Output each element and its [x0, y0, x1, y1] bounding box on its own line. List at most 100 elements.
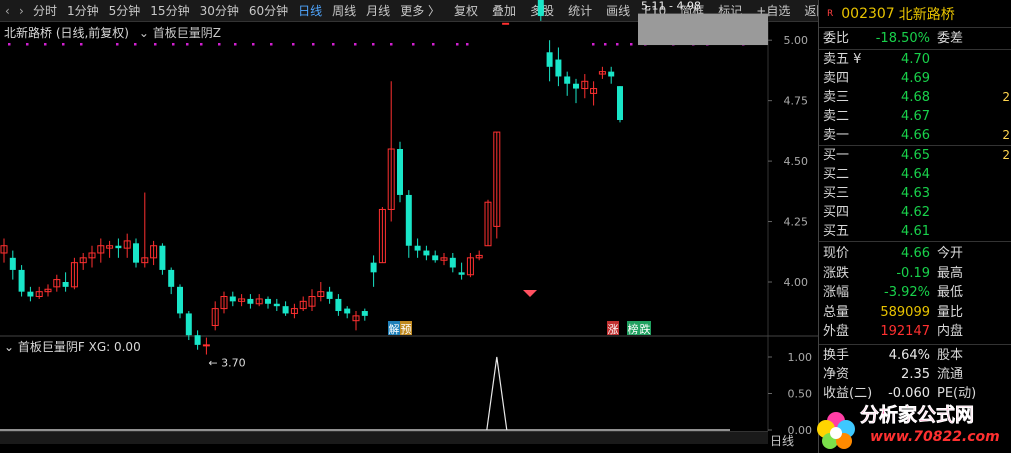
stat-label-2: 股本 — [937, 347, 964, 363]
main-chart[interactable]: 6.005.755.505.255.004.754.504.254.005.96… — [0, 0, 818, 453]
signal-dot — [26, 43, 29, 46]
candle-body — [458, 272, 465, 275]
candle-body — [502, 22, 510, 25]
diamond-signal-icon — [523, 290, 537, 297]
signal-dot — [456, 43, 459, 46]
stat-row: 现价 4.66 今开 — [819, 244, 1011, 263]
stat-row: 外盘 192147 内盘 — [819, 322, 1011, 341]
ask-price: 4.69 — [901, 71, 930, 86]
candle-body — [617, 86, 623, 120]
ask-price: 4.66 — [901, 128, 930, 143]
bid-price: 4.65 — [901, 148, 930, 163]
bid-row: 买四 4.62 — [819, 203, 1011, 222]
candle-body — [133, 243, 139, 263]
signal-dot — [62, 43, 65, 46]
price-range-label: 5.11 - 4.98 — [641, 0, 701, 13]
stat-value: 589099 — [880, 304, 930, 320]
event-marker-label: 预 — [401, 323, 412, 336]
candle-body — [9, 257, 16, 270]
date-axis — [0, 431, 768, 444]
ask-volume: 2 — [1002, 90, 1010, 104]
sub-indicator-header: ⌄ 首板巨量阴F XG: 0.00 — [4, 338, 141, 355]
candle-body — [344, 308, 351, 314]
y-tick-label: 4.00 — [784, 276, 809, 289]
signal-dot — [466, 43, 469, 46]
candle-body — [414, 245, 421, 251]
ask-label: 卖五 ¥ — [823, 52, 862, 67]
stat-value: 192147 — [880, 324, 930, 339]
bid-price: 4.63 — [901, 186, 930, 201]
candle-body — [159, 245, 166, 270]
event-marker-label: 涨 — [608, 323, 619, 336]
event-marker-label: 跌 — [640, 322, 651, 336]
signal-dot — [390, 43, 393, 46]
candle-body — [537, 0, 544, 17]
xg-signal-spike — [486, 356, 508, 431]
bid-row: 买五 4.61 — [819, 222, 1011, 241]
signal-dot — [432, 43, 435, 46]
stat-label: 涨跌 — [823, 265, 850, 281]
candle-body — [177, 286, 183, 314]
signal-dot — [312, 43, 315, 46]
bid-price: 4.64 — [901, 167, 930, 182]
bid-label: 买二 — [823, 167, 850, 182]
bid-price: 4.62 — [901, 205, 930, 220]
bid-price: 4.61 — [901, 224, 930, 239]
candle-body — [449, 257, 456, 268]
candle-body — [608, 71, 615, 77]
weicha-label: 委差 — [937, 31, 964, 46]
webi-label: 委比 — [823, 31, 850, 46]
signal-dot — [630, 43, 633, 46]
signal-dot — [116, 43, 119, 46]
candle-body — [555, 59, 562, 77]
ask-label: 卖四 — [823, 71, 850, 86]
divider — [819, 241, 1011, 242]
signal-dot — [592, 43, 595, 46]
webi-value: -18.50% — [875, 31, 930, 46]
candle-body — [546, 52, 553, 67]
candle-body — [432, 255, 439, 261]
ask-volume: 2 — [1002, 128, 1010, 142]
signal-dot — [186, 43, 189, 46]
stat-label: 涨幅 — [823, 285, 850, 300]
chevron-down-icon[interactable]: ⌄ — [4, 340, 14, 354]
ask-row: 卖一 4.66 2 — [819, 126, 1011, 145]
signal-dot — [154, 43, 157, 46]
bid-label: 买三 — [823, 186, 850, 201]
divider — [819, 343, 1011, 345]
signal-dot — [200, 43, 203, 46]
candle-body — [335, 298, 342, 312]
candle-body — [115, 245, 122, 249]
y-tick-label: 4.75 — [784, 95, 809, 108]
signal-dot — [354, 43, 357, 46]
y-tick-label: 4.50 — [784, 155, 809, 168]
stock-header: R 002307 北新路桥 — [819, 0, 1011, 28]
signal-dot — [80, 43, 83, 46]
stock-code: 002307 — [841, 5, 895, 22]
stat-label: 净资 — [823, 366, 850, 382]
candle-body — [229, 296, 236, 302]
signal-dot — [412, 43, 415, 46]
bid-row: 买三 4.63 — [819, 184, 1011, 203]
watermark-title: 分析家公式网 — [860, 403, 974, 426]
signal-dot — [172, 43, 175, 46]
day-period-button[interactable]: 日线 — [770, 432, 794, 449]
candle-body — [405, 194, 412, 246]
event-marker-label: 解 — [389, 322, 400, 336]
webi-row: 委比 -18.50% 委差 — [819, 29, 1011, 48]
candle-body — [27, 291, 34, 297]
candle-body — [564, 76, 571, 84]
ask-row: 卖三 4.68 2 — [819, 88, 1011, 107]
candle-body — [326, 291, 333, 299]
signal-dot — [218, 43, 221, 46]
stat-label: 外盘 — [823, 324, 850, 339]
signal-dot — [270, 43, 273, 46]
bid-volume: 2 — [1002, 148, 1010, 162]
stat-label: 现价 — [823, 246, 850, 261]
flower-icon — [817, 412, 855, 449]
event-marker-label: 榜 — [628, 322, 639, 336]
bid-row: 买一 4.65 2 — [819, 146, 1011, 165]
bid-row: 买二 4.64 — [819, 165, 1011, 184]
ask-row: 卖二 4.67 — [819, 107, 1011, 126]
stat-value: 4.66 — [901, 246, 930, 261]
